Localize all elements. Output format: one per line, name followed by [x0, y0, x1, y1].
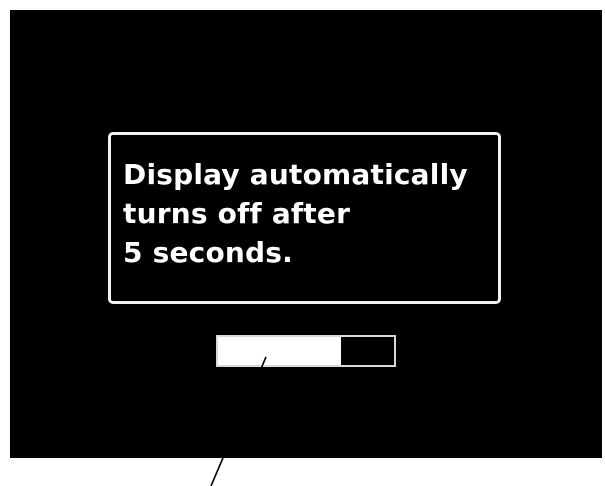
callout-leader-line — [210, 356, 267, 486]
callout-line — [210, 356, 267, 486]
